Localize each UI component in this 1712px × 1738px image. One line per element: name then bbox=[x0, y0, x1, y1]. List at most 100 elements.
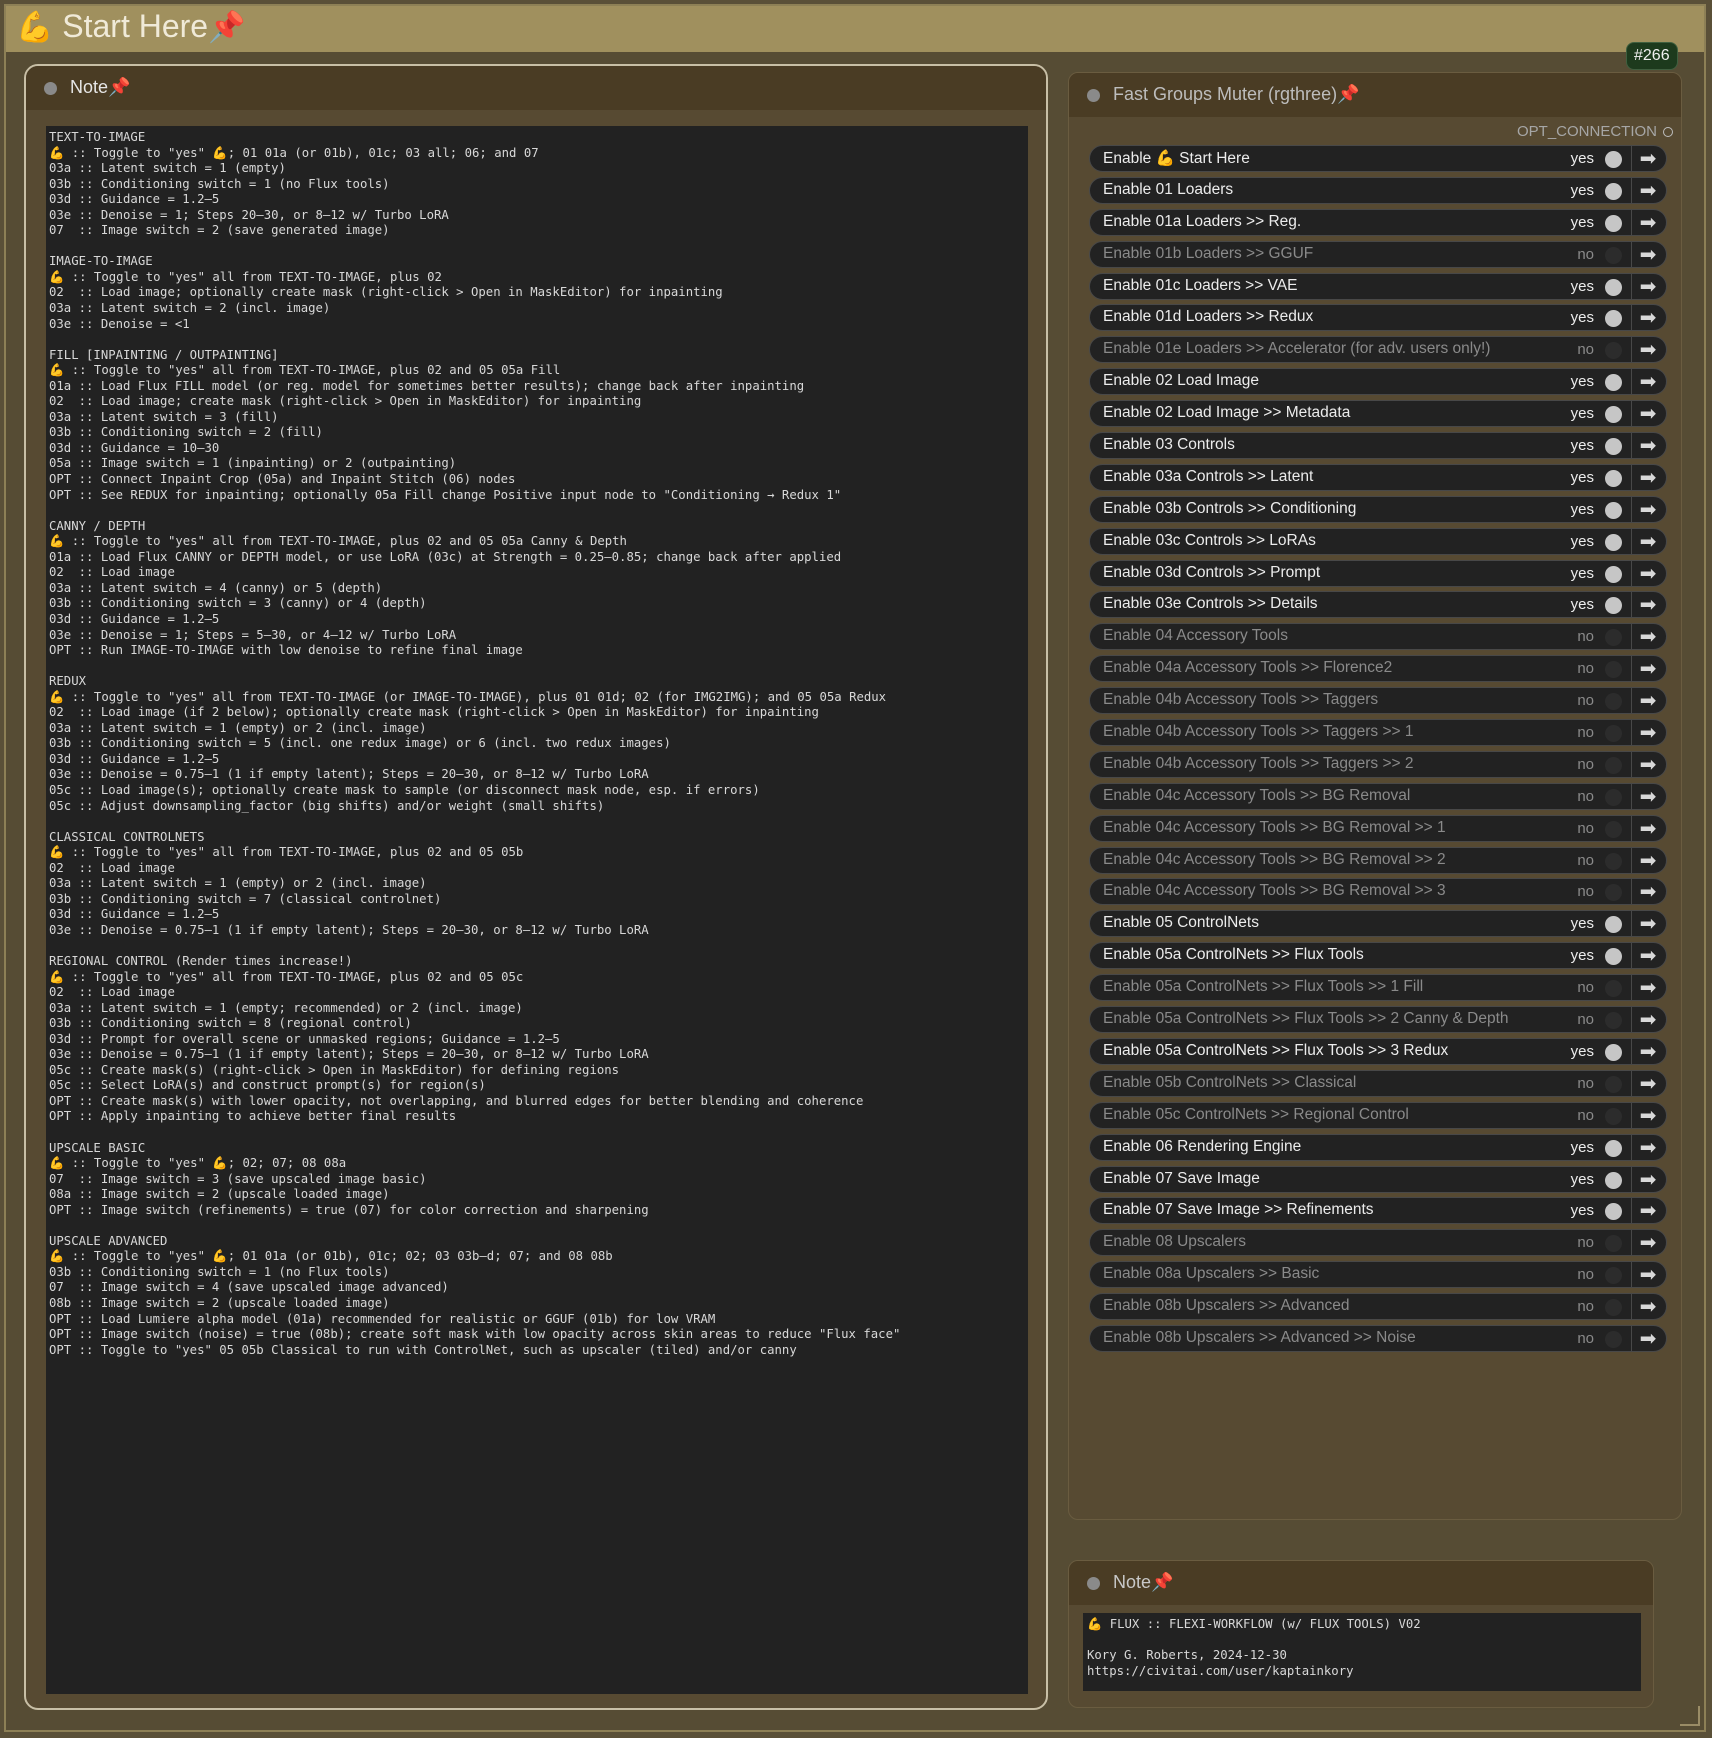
group-toggle-row[interactable]: Enable 05a ControlNets >> Flux Tools >> … bbox=[1089, 1037, 1667, 1065]
group-toggle-row[interactable]: Enable 💪 Start Here yes ➡ bbox=[1089, 145, 1667, 172]
group-toggle-row[interactable]: Enable 05a ControlNets >> Flux Tools >> … bbox=[1089, 974, 1667, 1002]
toggle-switch[interactable] bbox=[1605, 1043, 1622, 1061]
node-header[interactable]: Fast Groups Muter (rgthree)📌 bbox=[1069, 73, 1681, 117]
toggle-switch[interactable] bbox=[1605, 1107, 1622, 1125]
group-toggle-row[interactable]: Enable 07 Save Image yes ➡ bbox=[1089, 1165, 1667, 1193]
toggle-switch[interactable] bbox=[1605, 948, 1622, 966]
group-toggle-row[interactable]: Enable 04b Accessory Tools >> Taggers >>… bbox=[1089, 750, 1667, 778]
arrow-right-icon[interactable]: ➡ bbox=[1636, 786, 1660, 808]
group-toggle-row[interactable]: Enable 01e Loaders >> Accelerator (for a… bbox=[1089, 336, 1667, 364]
group-toggle-row[interactable]: Enable 02 Load Image yes ➡ bbox=[1089, 368, 1667, 396]
group-toggle-row[interactable]: Enable 04b Accessory Tools >> Taggers no ➡ bbox=[1089, 687, 1667, 715]
toggle-switch[interactable] bbox=[1605, 565, 1622, 583]
group-toggle-row[interactable]: Enable 08b Upscalers >> Advanced >> Nois… bbox=[1089, 1324, 1667, 1352]
arrow-right-icon[interactable]: ➡ bbox=[1636, 690, 1660, 712]
note-node-credits[interactable]: Note📌 💪 FLUX :: FLEXI-WORKFLOW (w/ FLUX … bbox=[1068, 1560, 1654, 1708]
group-toggle-row[interactable]: Enable 05a ControlNets >> Flux Tools >> … bbox=[1089, 1006, 1667, 1034]
arrow-right-icon[interactable]: ➡ bbox=[1636, 1296, 1660, 1318]
arrow-right-icon[interactable]: ➡ bbox=[1636, 626, 1660, 648]
arrow-right-icon[interactable]: ➡ bbox=[1636, 467, 1660, 489]
arrow-right-icon[interactable]: ➡ bbox=[1636, 563, 1660, 585]
toggle-switch[interactable] bbox=[1605, 756, 1622, 774]
group-toggle-row[interactable]: Enable 05 ControlNets yes ➡ bbox=[1089, 910, 1667, 938]
arrow-right-icon[interactable]: ➡ bbox=[1636, 276, 1660, 298]
arrow-right-icon[interactable]: ➡ bbox=[1636, 212, 1660, 234]
toggle-switch[interactable] bbox=[1605, 1075, 1622, 1093]
toggle-switch[interactable] bbox=[1605, 788, 1622, 806]
arrow-right-icon[interactable]: ➡ bbox=[1636, 180, 1660, 202]
toggle-switch[interactable] bbox=[1605, 629, 1622, 647]
toggle-switch[interactable] bbox=[1605, 980, 1622, 998]
arrow-right-icon[interactable]: ➡ bbox=[1636, 754, 1660, 776]
group-toggle-row[interactable]: Enable 03c Controls >> LoRAs yes ➡ bbox=[1089, 527, 1667, 555]
output-connector-icon[interactable] bbox=[1663, 126, 1673, 137]
toggle-switch[interactable] bbox=[1605, 469, 1622, 487]
group-toggle-row[interactable]: Enable 03d Controls >> Prompt yes ➡ bbox=[1089, 559, 1667, 587]
group-toggle-row[interactable]: Enable 08a Upscalers >> Basic no ➡ bbox=[1089, 1261, 1667, 1289]
note-text-area[interactable]: 💪 FLUX :: FLEXI-WORKFLOW (w/ FLUX TOOLS)… bbox=[1083, 1613, 1641, 1691]
toggle-switch[interactable] bbox=[1605, 1012, 1622, 1030]
arrow-right-icon[interactable]: ➡ bbox=[1636, 371, 1660, 393]
arrow-right-icon[interactable]: ➡ bbox=[1636, 1009, 1660, 1031]
arrow-right-icon[interactable]: ➡ bbox=[1636, 1105, 1660, 1127]
group-toggle-row[interactable]: Enable 04b Accessory Tools >> Taggers >>… bbox=[1089, 719, 1667, 747]
group-toggle-row[interactable]: Enable 01d Loaders >> Redux yes ➡ bbox=[1089, 304, 1667, 332]
arrow-right-icon[interactable]: ➡ bbox=[1636, 499, 1660, 521]
arrow-right-icon[interactable]: ➡ bbox=[1636, 1232, 1660, 1254]
arrow-right-icon[interactable]: ➡ bbox=[1636, 244, 1660, 266]
group-toggle-row[interactable]: Enable 01c Loaders >> VAE yes ➡ bbox=[1089, 272, 1667, 300]
group-toggle-row[interactable]: Enable 01a Loaders >> Reg. yes ➡ bbox=[1089, 208, 1667, 236]
arrow-right-icon[interactable]: ➡ bbox=[1636, 1169, 1660, 1191]
toggle-switch[interactable] bbox=[1605, 1203, 1622, 1221]
toggle-switch[interactable] bbox=[1605, 501, 1622, 519]
toggle-switch[interactable] bbox=[1605, 342, 1622, 360]
arrow-right-icon[interactable]: ➡ bbox=[1636, 339, 1660, 361]
group-toggle-row[interactable]: Enable 01b Loaders >> GGUF no ➡ bbox=[1089, 240, 1667, 268]
arrow-right-icon[interactable]: ➡ bbox=[1636, 1073, 1660, 1095]
note-node-instructions[interactable]: Note📌 TEXT-TO-IMAGE 💪 :: Toggle to "yes" … bbox=[24, 64, 1048, 1710]
arrow-right-icon[interactable]: ➡ bbox=[1636, 881, 1660, 903]
group-toggle-row[interactable]: Enable 05c ControlNets >> Regional Contr… bbox=[1089, 1101, 1667, 1129]
toggle-switch[interactable] bbox=[1605, 214, 1622, 232]
collapse-dot-icon[interactable] bbox=[1087, 1577, 1100, 1590]
arrow-right-icon[interactable]: ➡ bbox=[1636, 977, 1660, 999]
group-toggle-row[interactable]: Enable 02 Load Image >> Metadata yes ➡ bbox=[1089, 400, 1667, 428]
arrow-right-icon[interactable]: ➡ bbox=[1636, 913, 1660, 935]
toggle-switch[interactable] bbox=[1605, 820, 1622, 838]
toggle-switch[interactable] bbox=[1605, 1235, 1622, 1253]
toggle-switch[interactable] bbox=[1605, 1330, 1622, 1348]
group-toggle-row[interactable]: Enable 03 Controls yes ➡ bbox=[1089, 432, 1667, 460]
group-toggle-row[interactable]: Enable 08 Upscalers no ➡ bbox=[1089, 1229, 1667, 1257]
arrow-right-icon[interactable]: ➡ bbox=[1636, 722, 1660, 744]
group-toggle-row[interactable]: Enable 07 Save Image >> Refinements yes ➡ bbox=[1089, 1197, 1667, 1225]
fast-groups-muter-node[interactable]: Fast Groups Muter (rgthree)📌 OPT_CONNECT… bbox=[1068, 72, 1682, 1520]
toggle-switch[interactable] bbox=[1605, 438, 1622, 456]
toggle-switch[interactable] bbox=[1605, 852, 1622, 870]
group-toggle-row[interactable]: Enable 08b Upscalers >> Advanced no ➡ bbox=[1089, 1293, 1667, 1321]
toggle-switch[interactable] bbox=[1605, 533, 1622, 551]
arrow-right-icon[interactable]: ➡ bbox=[1636, 945, 1660, 967]
arrow-right-icon[interactable]: ➡ bbox=[1636, 850, 1660, 872]
arrow-right-icon[interactable]: ➡ bbox=[1636, 658, 1660, 680]
arrow-right-icon[interactable]: ➡ bbox=[1636, 1041, 1660, 1063]
toggle-switch[interactable] bbox=[1605, 916, 1622, 934]
arrow-right-icon[interactable]: ➡ bbox=[1636, 1264, 1660, 1286]
group-toggle-row[interactable]: Enable 03b Controls >> Conditioning yes ➡ bbox=[1089, 495, 1667, 523]
group-toggle-row[interactable]: Enable 04c Accessory Tools >> BG Removal… bbox=[1089, 846, 1667, 874]
node-header[interactable]: Note📌 bbox=[1069, 1561, 1653, 1605]
arrow-right-icon[interactable]: ➡ bbox=[1636, 531, 1660, 553]
group-toggle-row[interactable]: Enable 01 Loaders yes ➡ bbox=[1089, 176, 1667, 204]
arrow-right-icon[interactable]: ➡ bbox=[1636, 435, 1660, 457]
toggle-switch[interactable] bbox=[1605, 725, 1622, 743]
toggle-switch[interactable] bbox=[1605, 278, 1622, 296]
arrow-right-icon[interactable]: ➡ bbox=[1636, 594, 1660, 616]
arrow-right-icon[interactable]: ➡ bbox=[1636, 1200, 1660, 1222]
group-toggle-row[interactable]: Enable 05a ControlNets >> Flux Tools yes ➡ bbox=[1089, 942, 1667, 970]
note-text-area[interactable]: TEXT-TO-IMAGE 💪 :: Toggle to "yes" 💪; 01 … bbox=[46, 126, 1028, 1694]
toggle-switch[interactable] bbox=[1605, 182, 1622, 200]
group-toggle-row[interactable]: Enable 04c Accessory Tools >> BG Removal… bbox=[1089, 782, 1667, 810]
toggle-switch[interactable] bbox=[1605, 246, 1622, 264]
collapse-dot-icon[interactable] bbox=[1087, 89, 1100, 102]
group-toggle-row[interactable]: Enable 06 Rendering Engine yes ➡ bbox=[1089, 1133, 1667, 1161]
group-toggle-row[interactable]: Enable 04c Accessory Tools >> BG Removal… bbox=[1089, 878, 1667, 906]
